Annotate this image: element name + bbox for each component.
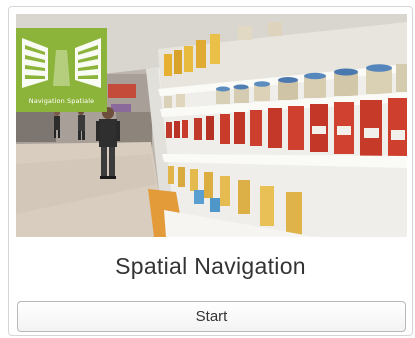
app-card: Navigation Spatiale Spatial Navigation S… (8, 6, 413, 336)
logo-text: Navigation Spatiale (28, 97, 95, 105)
supermarket-thumbnail: Navigation Spatiale (16, 14, 407, 237)
card-title: Spatial Navigation (115, 253, 306, 279)
supermarket-shelves-icon (22, 38, 101, 88)
start-button[interactable]: Start (17, 301, 406, 332)
logo-badge: Navigation Spatiale (16, 28, 107, 112)
